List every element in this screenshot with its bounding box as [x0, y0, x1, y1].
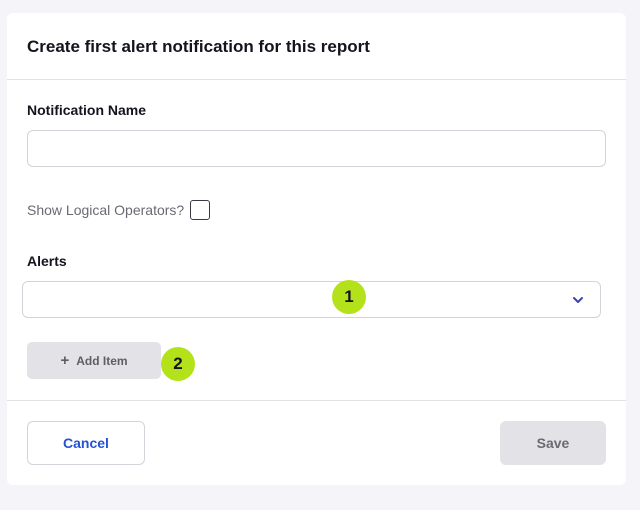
notification-name-label: Notification Name	[27, 102, 147, 118]
footer-divider	[7, 400, 626, 401]
save-button[interactable]: Save	[500, 421, 606, 465]
logical-operators-checkbox[interactable]	[190, 200, 211, 220]
add-item-label: Add Item	[76, 353, 128, 368]
add-item-button[interactable]: + Add Item	[27, 342, 161, 379]
notification-name-input[interactable]	[27, 130, 606, 167]
plus-icon: +	[60, 352, 70, 369]
step-badge-1: 1	[332, 280, 366, 314]
chevron-down-icon	[573, 297, 583, 303]
alerts-label: Alerts	[27, 253, 67, 269]
logical-operators-row: Show Logical Operators?	[27, 199, 211, 221]
dialog-title: Create first alert notification for this…	[27, 37, 370, 56]
alert-notification-dialog: Create first alert notification for this…	[7, 13, 626, 485]
alerts-select[interactable]	[22, 281, 601, 318]
dialog-header: Create first alert notification for this…	[7, 13, 626, 80]
logical-operators-label: Show Logical Operators?	[27, 202, 185, 218]
step-badge-2: 2	[161, 347, 195, 381]
cancel-button[interactable]: Cancel	[27, 421, 145, 465]
